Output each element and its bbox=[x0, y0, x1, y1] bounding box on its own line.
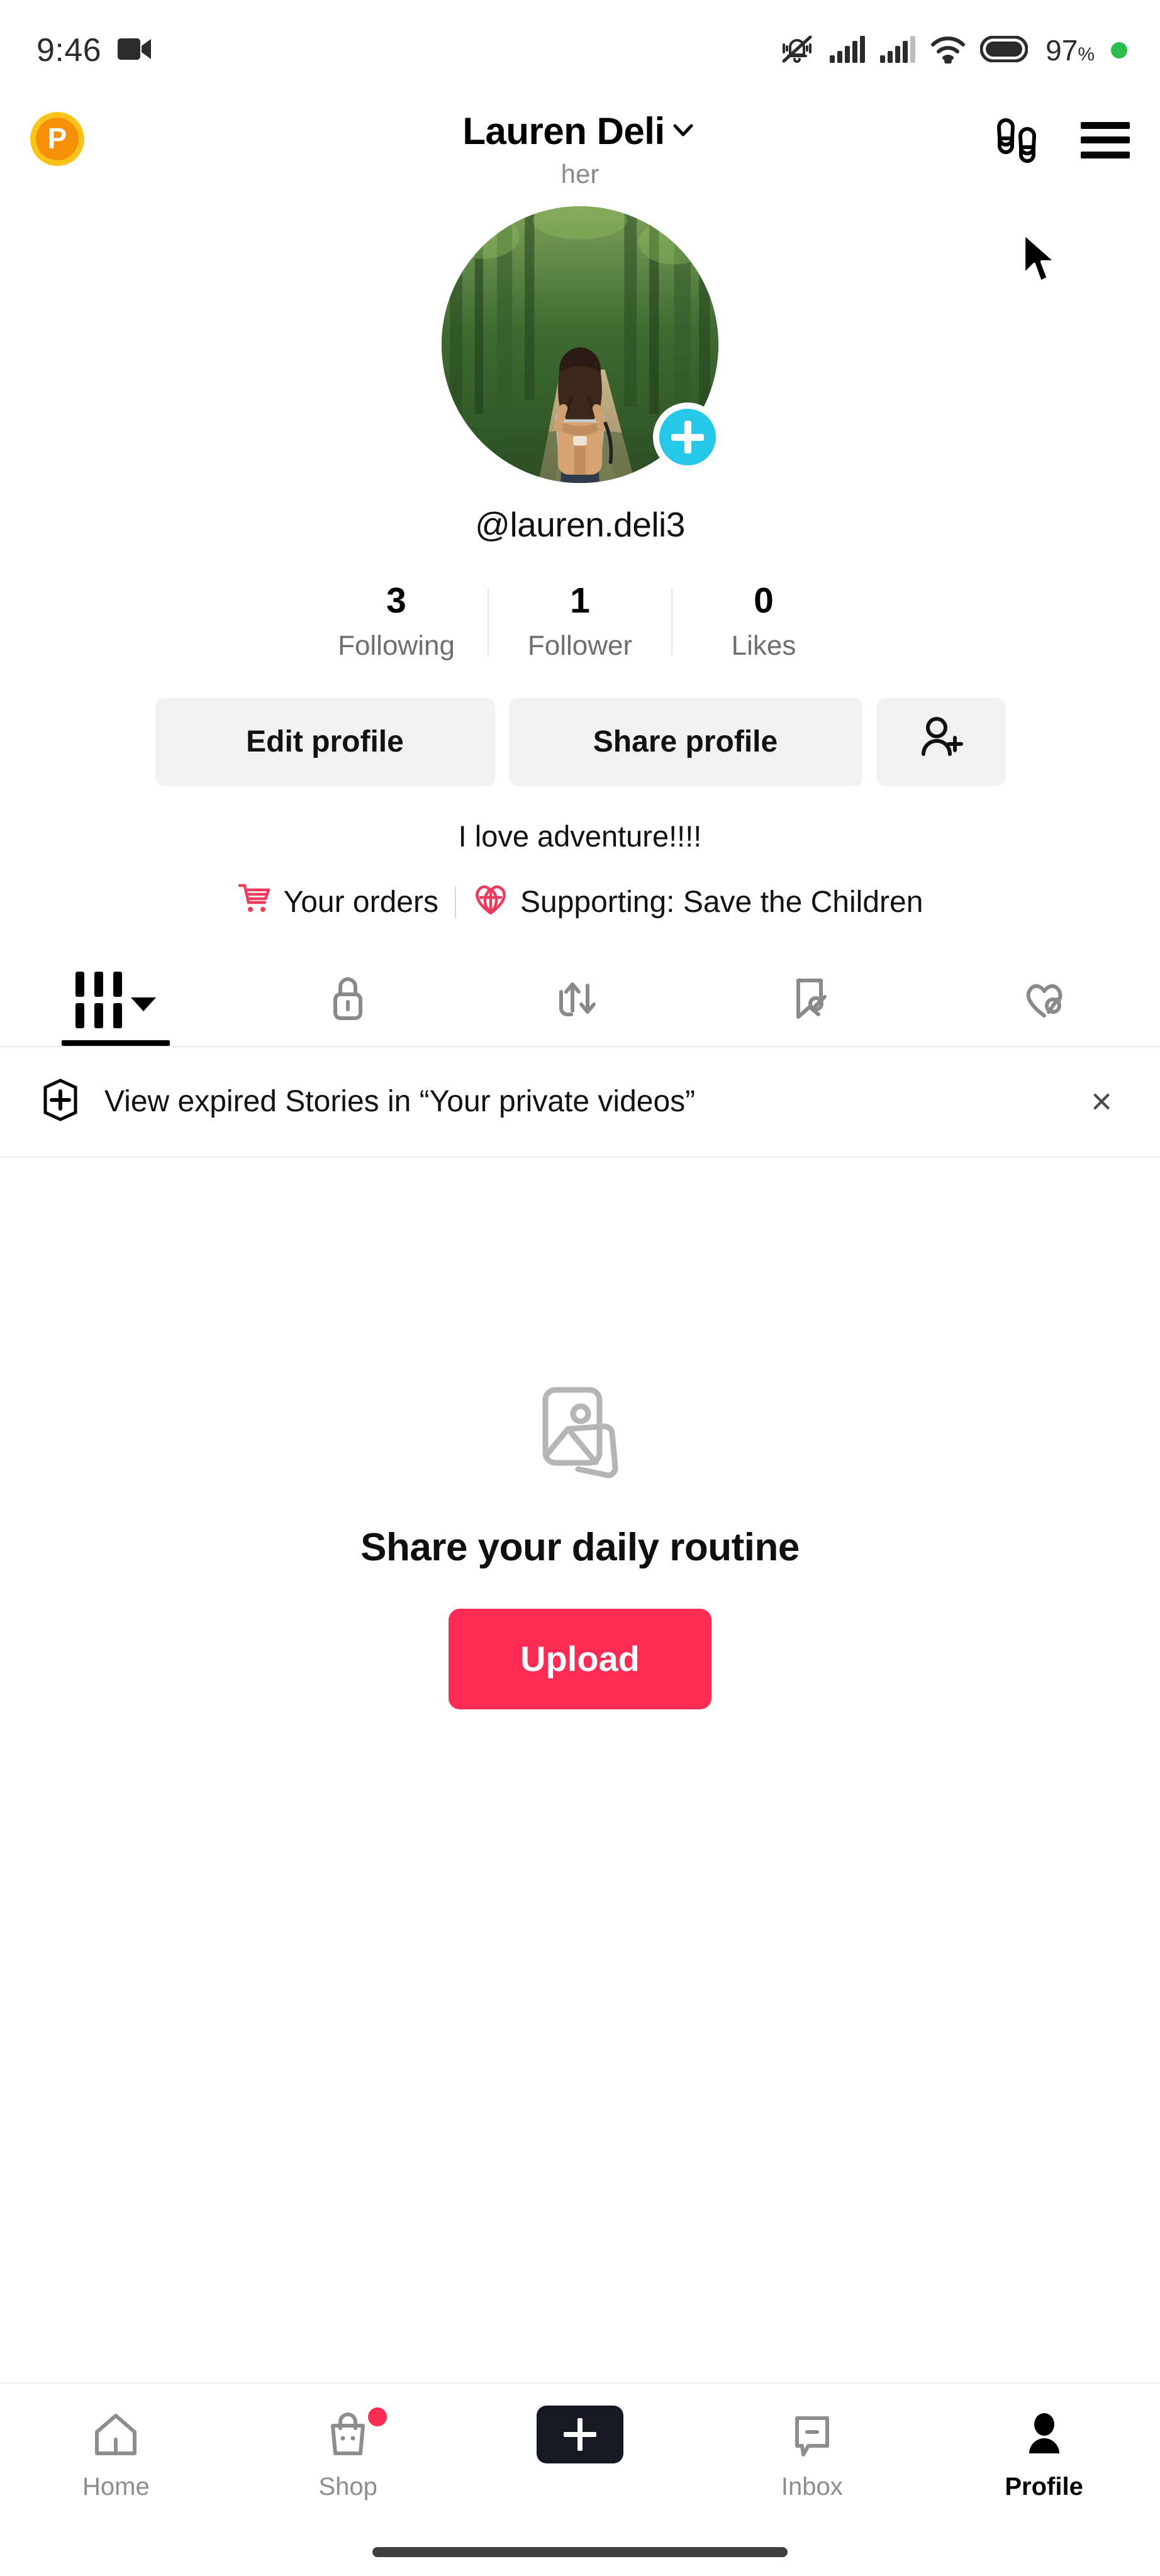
nav-label: Shop bbox=[318, 2473, 377, 2501]
tab-saved[interactable] bbox=[696, 954, 928, 1046]
bookmark-slash-icon bbox=[788, 973, 836, 1026]
rewards-coin-badge[interactable]: P bbox=[30, 112, 84, 166]
chevron-down-icon bbox=[669, 115, 698, 147]
expired-stories-text: View expired Stories in “Your private vi… bbox=[104, 1085, 696, 1119]
tiktok-profile-screen: 9:46 97% P Lauren Deli her @lauren.deli3… bbox=[0, 0, 1160, 2576]
nav-item-profile[interactable]: Profile bbox=[928, 2406, 1160, 2501]
active-tab-indicator bbox=[62, 1040, 170, 1046]
stat-value: 0 bbox=[754, 580, 774, 621]
circle-plus-icon bbox=[38, 1077, 83, 1126]
close-icon[interactable]: × bbox=[1082, 1077, 1121, 1126]
expired-stories-banner[interactable]: View expired Stories in “Your private vi… bbox=[0, 1047, 1160, 1158]
nav-item-shop[interactable]: Shop bbox=[232, 2406, 464, 2501]
chevron-down-icon bbox=[131, 997, 157, 1011]
nav-item-create[interactable] bbox=[464, 2406, 696, 2473]
tab-private[interactable] bbox=[232, 954, 464, 1046]
tab-posts-grid[interactable] bbox=[0, 954, 232, 1046]
tab-liked[interactable] bbox=[928, 954, 1160, 1046]
home-indicator-area bbox=[0, 2528, 1160, 2576]
profile-links: Your orders Supporting: Save the Childre… bbox=[237, 881, 923, 924]
your-orders-label: Your orders bbox=[283, 886, 438, 919]
wifi-icon bbox=[930, 35, 966, 67]
nav-item-inbox[interactable]: Inbox bbox=[696, 2406, 928, 2501]
green-recording-dot bbox=[1111, 42, 1127, 58]
stat-value: 3 bbox=[386, 580, 406, 621]
vibrate-off-icon bbox=[779, 31, 815, 70]
add-person-icon bbox=[916, 714, 965, 770]
cellular-signal-icon bbox=[879, 35, 916, 67]
shopping-bag-icon bbox=[323, 2406, 388, 2463]
rewards-coin-label: P bbox=[36, 118, 79, 160]
status-bar-left: 9:46 bbox=[36, 31, 152, 69]
empty-state-title: Share your daily routine bbox=[360, 1525, 800, 1569]
lock-icon bbox=[325, 973, 371, 1026]
pronoun-label: her bbox=[560, 159, 600, 189]
footprints-icon[interactable] bbox=[990, 113, 1043, 167]
shop-notification-badge bbox=[368, 2407, 388, 2426]
nav-label: Profile bbox=[1005, 2473, 1083, 2501]
profile-summary: @lauren.deli3 3 Following 1 Follower 0 L… bbox=[0, 195, 1160, 924]
your-orders-link[interactable]: Your orders bbox=[237, 881, 438, 924]
page-title: Lauren Deli bbox=[462, 110, 665, 152]
profile-header: P Lauren Deli her bbox=[0, 101, 1160, 195]
create-plus-icon bbox=[530, 2406, 630, 2463]
home-indicator[interactable] bbox=[372, 2547, 788, 2557]
status-time: 9:46 bbox=[36, 32, 102, 69]
edit-profile-button[interactable]: Edit profile bbox=[155, 697, 495, 786]
shopping-cart-icon bbox=[237, 881, 272, 924]
stat-value: 1 bbox=[570, 580, 590, 621]
stat-label: Following bbox=[338, 630, 455, 661]
share-profile-button[interactable]: Share profile bbox=[508, 697, 862, 786]
bottom-navigation: Home Shop Inbox Profile bbox=[0, 2382, 1160, 2528]
nav-label: Home bbox=[82, 2473, 150, 2501]
tab-reposts[interactable] bbox=[464, 954, 696, 1046]
account-switcher[interactable]: Lauren Deli bbox=[462, 109, 697, 153]
home-icon bbox=[91, 2406, 141, 2463]
avatar-wrapper bbox=[442, 206, 722, 483]
stat-followers[interactable]: 1 Follower bbox=[489, 582, 671, 662]
battery-icon bbox=[979, 35, 1029, 65]
message-icon bbox=[787, 2406, 837, 2463]
stat-label: Likes bbox=[731, 630, 796, 661]
status-bar-right: 97% bbox=[779, 31, 1127, 70]
create-button[interactable] bbox=[530, 2406, 630, 2463]
nav-item-home[interactable]: Home bbox=[0, 2406, 232, 2501]
header-title-block: Lauren Deli her bbox=[0, 109, 1160, 189]
add-story-button[interactable] bbox=[653, 402, 722, 472]
stat-likes[interactable]: 0 Likes bbox=[672, 582, 855, 662]
stat-label: Follower bbox=[527, 630, 633, 661]
header-actions bbox=[990, 113, 1130, 167]
nav-label: Inbox bbox=[781, 2473, 843, 2501]
bio-text: I love adventure!!!! bbox=[458, 819, 702, 853]
username[interactable]: @lauren.deli3 bbox=[475, 504, 685, 545]
repost-arrows-icon bbox=[556, 973, 604, 1026]
status-bar: 9:46 97% bbox=[0, 0, 1160, 101]
stacked-photos-icon bbox=[520, 1375, 640, 1497]
empty-state: Share your daily routine Upload bbox=[0, 1158, 1160, 2382]
profile-content-tabs bbox=[0, 954, 1160, 1047]
heart-slash-icon bbox=[1019, 973, 1069, 1026]
supporting-charity-link[interactable]: Supporting: Save the Children bbox=[472, 881, 923, 924]
heart-globe-icon bbox=[472, 881, 509, 924]
add-friends-button[interactable] bbox=[876, 697, 1005, 786]
video-camera-icon bbox=[118, 36, 152, 65]
upload-button[interactable]: Upload bbox=[449, 1608, 711, 1709]
hamburger-menu-icon[interactable] bbox=[1081, 121, 1130, 158]
cellular-signal-icon bbox=[829, 35, 866, 67]
grid-icon bbox=[75, 971, 123, 1028]
person-icon bbox=[1019, 2406, 1069, 2463]
stat-following[interactable]: 3 Following bbox=[305, 582, 488, 662]
supporting-charity-label: Supporting: Save the Children bbox=[520, 886, 923, 919]
profile-stats: 3 Following 1 Follower 0 Likes bbox=[305, 582, 855, 662]
battery-percentage: 97% bbox=[1046, 34, 1095, 67]
profile-actions: Edit profile Share profile bbox=[155, 697, 1005, 786]
links-divider bbox=[454, 886, 456, 919]
